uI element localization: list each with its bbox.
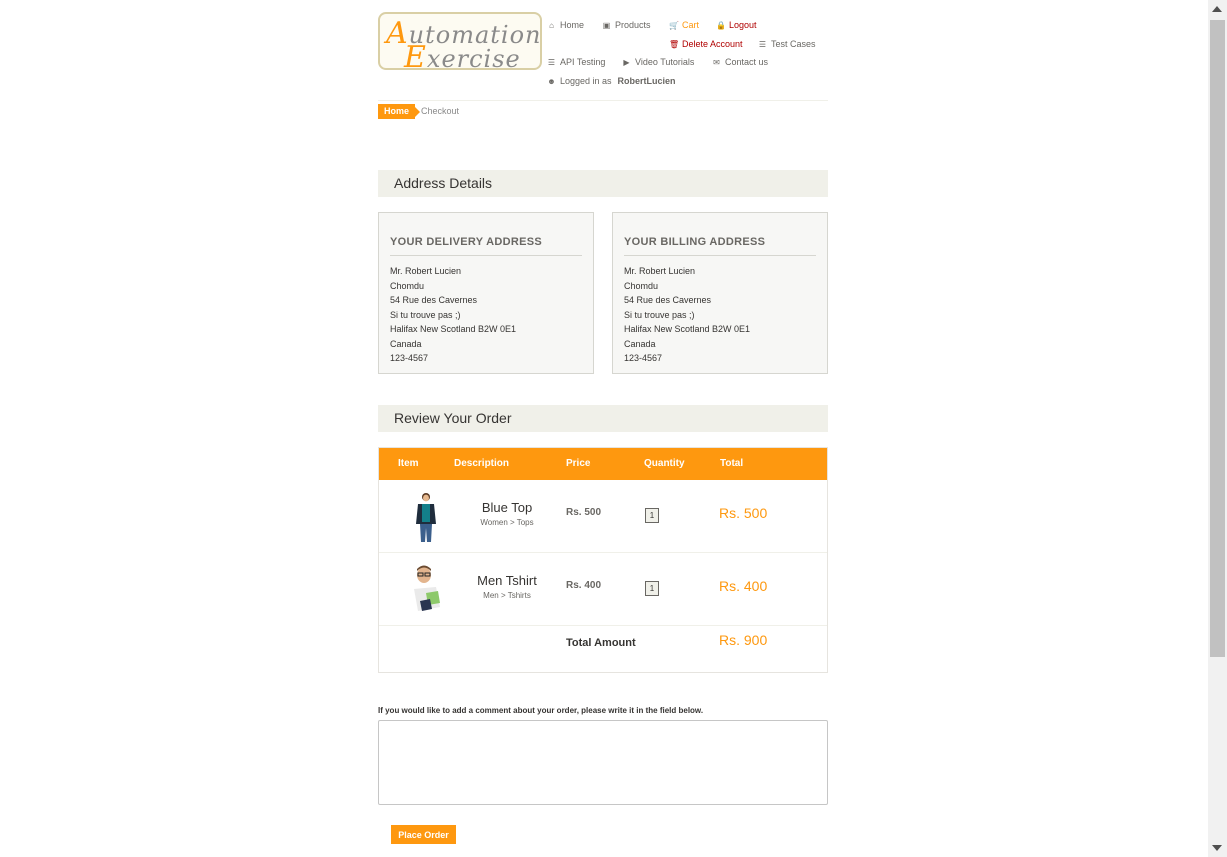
- product-name[interactable]: Blue Top: [463, 500, 551, 515]
- product-image-blue-top[interactable]: [404, 490, 448, 544]
- product-price: Rs. 400: [566, 580, 602, 591]
- billing-company: Chomdu: [624, 280, 659, 291]
- billing-city-state-zip: Halifax New Scotland B2W 0E1: [624, 324, 751, 334]
- product-price: Rs. 500: [566, 507, 602, 518]
- cart-icon: 🛒: [669, 20, 679, 30]
- billing-address-title: YOUR BILLING ADDRESS: [624, 236, 816, 256]
- home-icon: ⌂: [549, 20, 554, 30]
- total-amount-label: Total Amount: [566, 637, 636, 649]
- product-image-men-tshirt[interactable]: [404, 563, 448, 617]
- total-amount-value: Rs. 900: [719, 632, 768, 648]
- nav-home-link[interactable]: ⌂ Home: [547, 20, 584, 30]
- header-item: Item: [398, 458, 419, 469]
- delivery-address2: Si tu trouve pas ;): [390, 309, 461, 320]
- user-icon: ☻: [547, 76, 556, 86]
- header-price: Price: [566, 458, 591, 469]
- envelope-icon: ✉: [713, 57, 720, 67]
- trash-icon: 🗑: [669, 39, 680, 49]
- order-table: Item Description Price Quantity Total Bl…: [378, 447, 828, 673]
- nav-api-testing-link[interactable]: ☰ API Testing: [547, 57, 605, 67]
- billing-phone: 123-4567: [624, 353, 663, 363]
- billing-address1: 54 Rue des Cavernes: [624, 295, 712, 305]
- nav-video-tutorials-link[interactable]: ▶ Video Tutorials: [622, 57, 694, 67]
- site-logo[interactable]: Automation Exercise: [378, 12, 542, 75]
- nav-delete-account-link[interactable]: 🗑 Delete Account: [669, 39, 743, 49]
- delivery-address-box: YOUR DELIVERY ADDRESS Mr. Robert Lucien …: [378, 212, 594, 374]
- breadcrumb-current: Checkout: [421, 106, 460, 116]
- comment-label: If you would like to add a comment about…: [378, 706, 704, 715]
- review-order-heading: Review Your Order: [378, 405, 828, 432]
- product-total: Rs. 500: [719, 505, 768, 521]
- delivery-phone: 123-4567: [390, 353, 429, 363]
- billing-country: Canada: [624, 338, 656, 349]
- list-icon: ☰: [547, 57, 556, 67]
- nav-logout-link[interactable]: 🔒 Logout: [716, 20, 757, 30]
- nav-test-cases-link[interactable]: ☰ Test Cases: [758, 39, 816, 49]
- product-quantity: 1: [645, 508, 659, 523]
- nav-cart-link[interactable]: 🛒 Cart: [669, 20, 699, 30]
- delivery-city-state-zip: Halifax New Scotland B2W 0E1: [390, 324, 517, 334]
- scrollbar-thumb[interactable]: [1210, 20, 1225, 657]
- table-header: Item Description Price Quantity Total: [379, 448, 827, 480]
- order-comment-textarea[interactable]: [378, 720, 828, 805]
- product-category: Men > Tshirts: [483, 591, 531, 600]
- vertical-scrollbar[interactable]: [1208, 0, 1227, 857]
- table-row: Men Tshirt Men > Tshirts Rs. 400 1 Rs. 4…: [379, 553, 827, 626]
- billing-name: Mr. Robert Lucien: [624, 266, 696, 276]
- list-icon: ☰: [758, 39, 767, 49]
- address-details-heading: Address Details: [378, 170, 828, 197]
- header-divider: [378, 100, 828, 101]
- scroll-up-arrow-icon[interactable]: [1212, 6, 1222, 12]
- nav-contact-us-link[interactable]: ✉ Contact us: [712, 57, 768, 67]
- logo-text-line2: Exercise: [404, 40, 521, 75]
- product-quantity: 1: [645, 581, 659, 596]
- billing-address-box: YOUR BILLING ADDRESS Mr. Robert Lucien C…: [612, 212, 828, 374]
- header-description: Description: [454, 458, 510, 469]
- place-order-button[interactable]: Place Order: [391, 825, 456, 844]
- username: RobertLucien: [617, 76, 676, 86]
- delivery-name: Mr. Robert Lucien: [390, 266, 462, 276]
- header-total: Total: [720, 458, 744, 469]
- header-quantity: Quantity: [644, 458, 685, 469]
- breadcrumb-home[interactable]: Home: [378, 104, 421, 119]
- delivery-country: Canada: [390, 338, 422, 349]
- product-name[interactable]: Men Tshirt: [463, 573, 551, 588]
- table-row: Blue Top Women > Tops Rs. 500 1 Rs. 500: [379, 480, 827, 553]
- nav-products-link[interactable]: ▣ Products: [602, 20, 651, 30]
- scroll-down-arrow-icon[interactable]: [1212, 845, 1222, 851]
- product-total: Rs. 400: [719, 578, 768, 594]
- billing-address2: Si tu trouve pas ;): [624, 309, 695, 320]
- delivery-address1: 54 Rue des Cavernes: [390, 295, 478, 305]
- nav-logged-in-as: ☻ Logged in as RobertLucien: [547, 76, 676, 86]
- lock-icon: 🔒: [716, 20, 726, 30]
- delivery-company: Chomdu: [390, 280, 425, 291]
- youtube-icon: ▶: [623, 57, 630, 67]
- product-category: Women > Tops: [480, 518, 534, 527]
- shopping-bag-icon: ▣: [602, 20, 611, 30]
- delivery-address-title: YOUR DELIVERY ADDRESS: [390, 236, 582, 256]
